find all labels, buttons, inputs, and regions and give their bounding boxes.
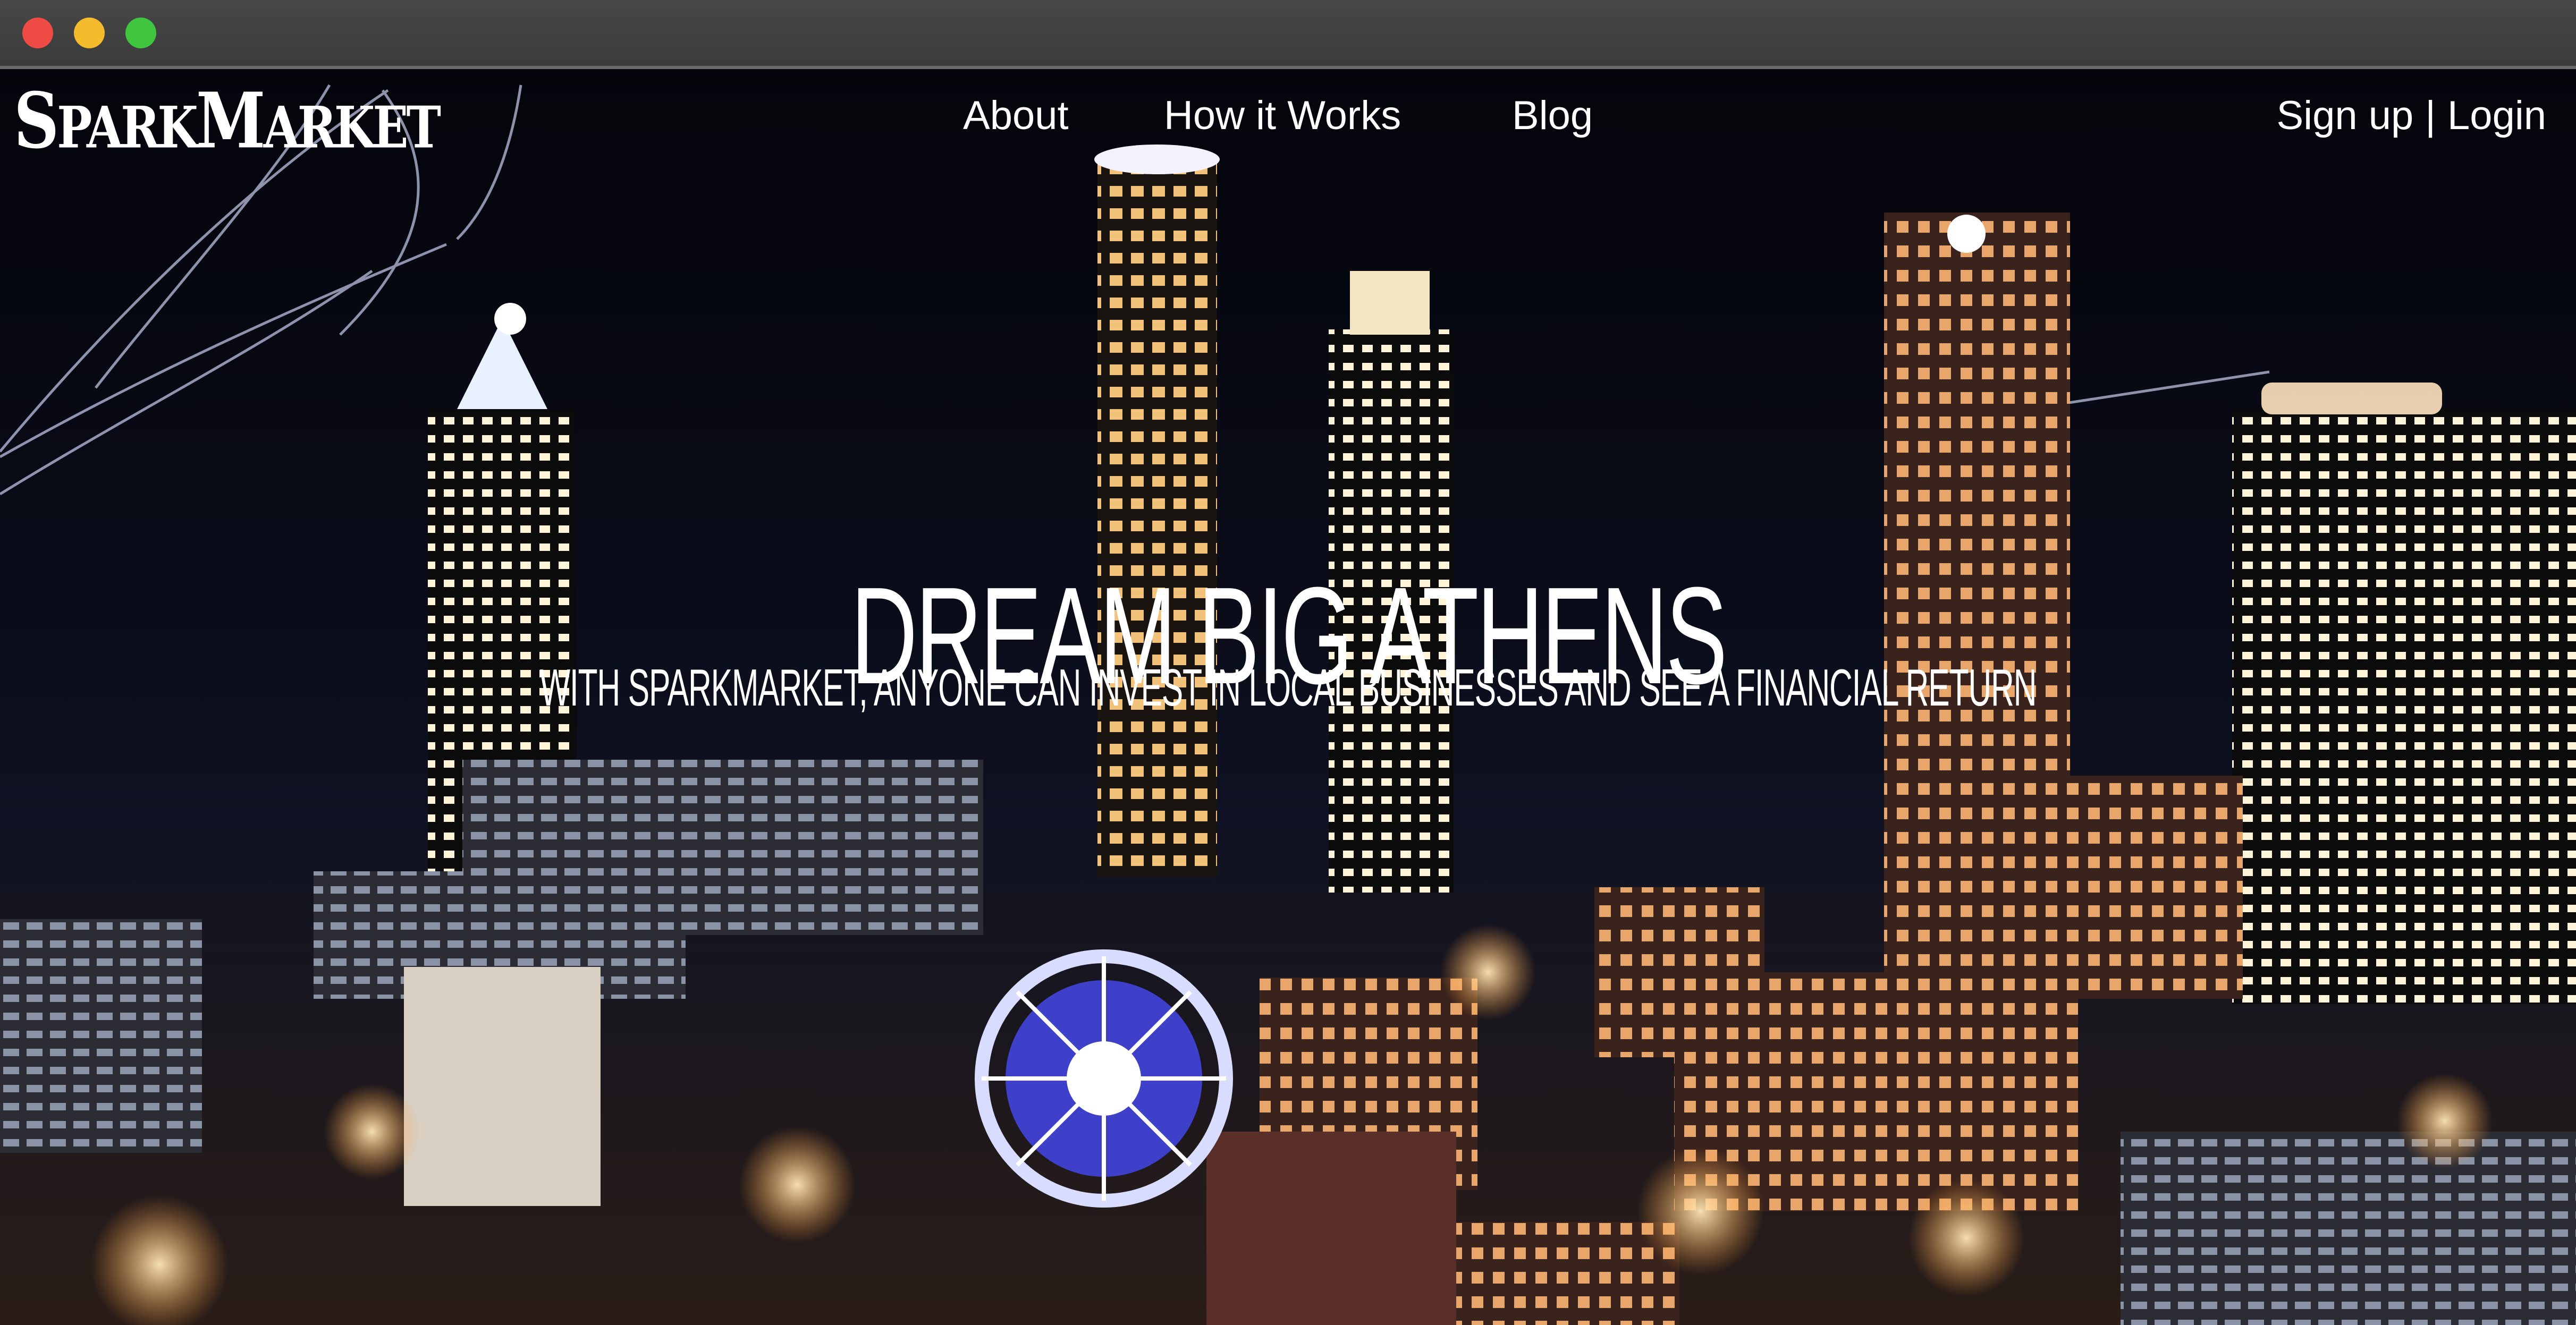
logo-letter: S <box>14 75 59 166</box>
hero-subtitle: WITH SPARKMARKET, ANYONE CAN INVEST IN L… <box>539 658 2037 717</box>
logo-text: PARK <box>57 94 198 162</box>
sparkmarket-logo[interactable]: SPARKMARKET <box>14 75 441 166</box>
window-titlebar <box>0 0 2576 69</box>
sign-up-link[interactable]: Sign up <box>2277 93 2414 138</box>
nav-about-link[interactable]: About <box>963 92 1069 139</box>
login-link[interactable]: Login <box>2447 93 2546 138</box>
nav-blog-link[interactable]: Blog <box>1512 92 1593 139</box>
auth-links: Sign up | Login <box>2277 92 2546 139</box>
logo-letter: M <box>196 75 266 166</box>
top-navigation: SPARKMARKET About How it Works Blog Sign… <box>0 69 2576 175</box>
zoom-window-button[interactable] <box>125 18 156 48</box>
nav-how-it-works-link[interactable]: How it Works <box>1164 92 1401 139</box>
auth-separator: | <box>2425 93 2436 138</box>
logo-text: ARKET <box>263 94 441 162</box>
close-window-button[interactable] <box>22 18 53 48</box>
minimize-window-button[interactable] <box>74 18 105 48</box>
